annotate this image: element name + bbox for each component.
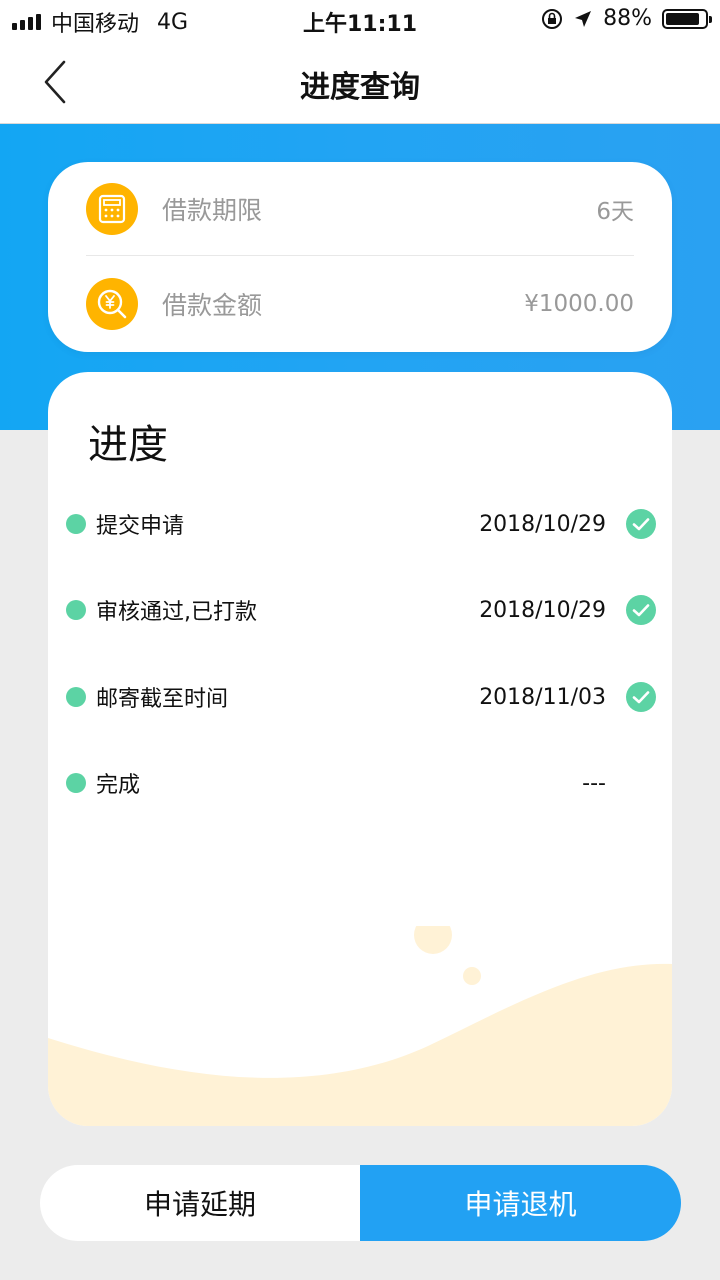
loan-amount-label: 借款金额 [162, 291, 263, 320]
progress-title: 进度 [88, 422, 168, 468]
progress-step: 提交申请 2018/10/29 [66, 504, 656, 544]
action-bar: 申请延期 申请退机 [40, 1165, 681, 1241]
loan-term-label: 借款期限 [162, 195, 263, 225]
battery-fill [666, 12, 700, 25]
step-date: 2018/10/29 [479, 597, 606, 623]
nav-bar: 进度查询 [0, 40, 720, 124]
progress-step: 邮寄截至时间 2018/11/03 [66, 677, 656, 717]
step-date: --- [582, 770, 606, 796]
step-dot [66, 773, 86, 793]
step-date: 2018/11/03 [479, 684, 606, 710]
rotation-lock-icon [542, 8, 563, 29]
step-date: 2018/10/29 [479, 511, 606, 537]
progress-step: 完成 --- [66, 763, 656, 803]
loan-amount-value: ¥1000.00 [524, 291, 634, 317]
progress-step: 审核通过,已打款 2018/10/29 [66, 590, 656, 630]
status-bar: 中国移动 4G 上午11:11 88% [0, 0, 720, 40]
step-label: 审核通过,已打款 [96, 600, 257, 625]
check-circle-icon [626, 509, 656, 539]
step-label: 提交申请 [96, 514, 185, 539]
step-label: 邮寄截至时间 [96, 687, 229, 712]
step-dot [66, 687, 86, 707]
step-dot [66, 600, 86, 620]
page-title: 进度查询 [300, 70, 420, 105]
check-circle-icon [626, 682, 656, 712]
status-right: 88% [541, 6, 712, 31]
battery-icon [662, 8, 712, 29]
battery-percent: 88% [603, 6, 652, 31]
calculator-icon [86, 182, 138, 235]
screen: 中国移动 4G 上午11:11 88% 进度查询 借款期限 6天 借款金额 ¥1… [0, 0, 720, 1280]
progress-card: 进度 提交申请 2018/10/29 审核通过,已打款 2018/10/29 邮… [48, 372, 672, 1126]
step-check-placeholder [626, 768, 656, 798]
apply-extension-button[interactable]: 申请延期 [40, 1165, 360, 1241]
location-arrow-icon [575, 10, 592, 27]
loan-info-card: 借款期限 6天 借款金额 ¥1000.00 [48, 162, 672, 352]
loan-amount-row: 借款金额 ¥1000.00 [86, 257, 634, 351]
loan-term-value: 6天 [596, 198, 634, 225]
apply-return-button[interactable]: 申请退机 [360, 1165, 681, 1241]
loan-term-row: 借款期限 6天 [86, 162, 634, 256]
step-label: 完成 [96, 773, 141, 798]
check-circle-icon [626, 595, 656, 625]
yen-search-icon [86, 278, 138, 330]
wave-decoration [48, 926, 672, 1126]
step-dot [66, 514, 86, 534]
